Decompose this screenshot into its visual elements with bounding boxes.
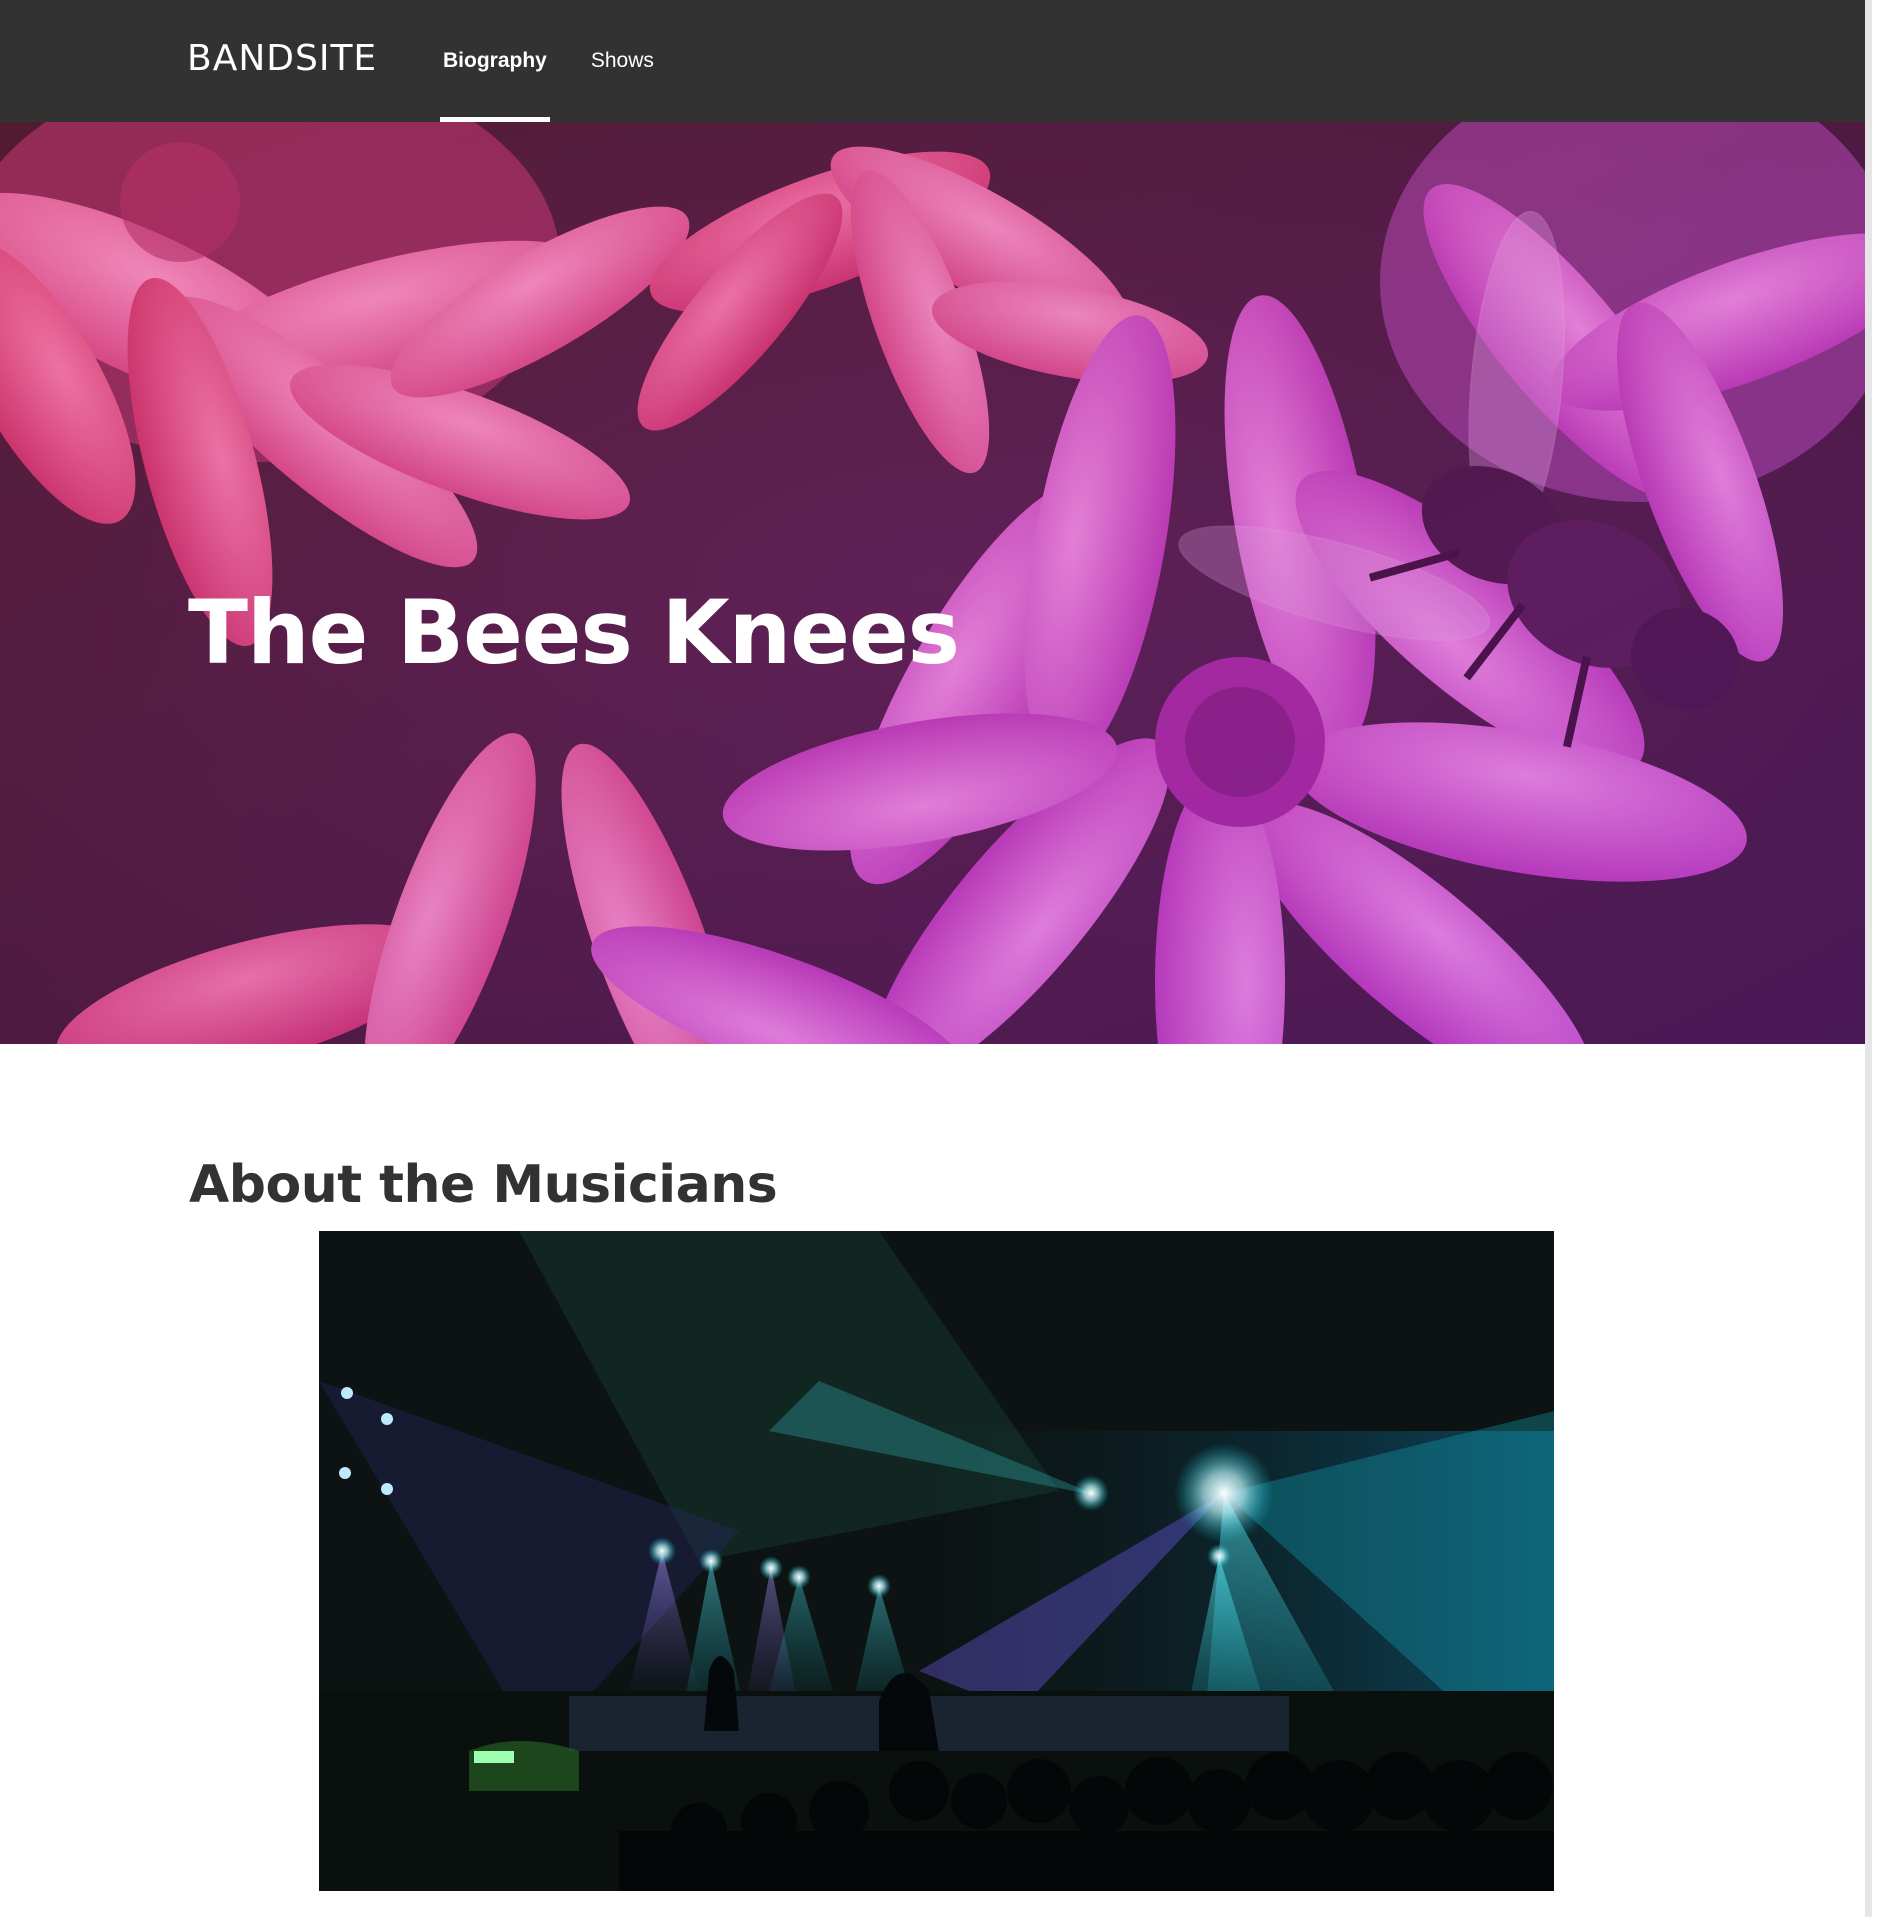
- hero-title: The Bees Knees: [188, 580, 960, 684]
- page: BANDSITE Biography Shows The Bees Knees …: [0, 0, 1872, 1917]
- site-header: BANDSITE Biography Shows: [0, 0, 1872, 122]
- concert-photo: [319, 1231, 1554, 1891]
- main-nav: Biography Shows: [440, 0, 698, 122]
- page-scrollbar[interactable]: [1865, 0, 1872, 1917]
- nav-link-shows[interactable]: Shows: [591, 0, 654, 122]
- concert-image: [319, 1231, 1554, 1891]
- site-logo[interactable]: BANDSITE: [187, 38, 377, 79]
- about-heading: About the Musicians: [189, 1155, 778, 1216]
- nav-link-biography[interactable]: Biography: [440, 0, 550, 122]
- hero-banner: The Bees Knees: [0, 122, 1872, 1044]
